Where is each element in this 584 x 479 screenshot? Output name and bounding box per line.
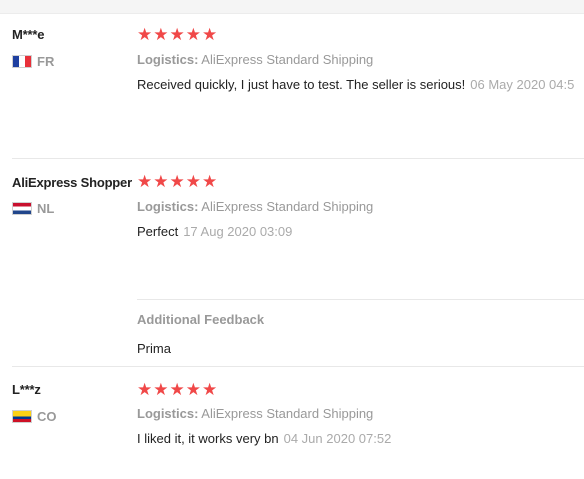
review-date: 17 Aug 2020 03:09 [183, 224, 293, 239]
reviewer-name: L***z [12, 382, 41, 397]
country-code: FR [37, 53, 55, 69]
review-item: AliExpress Shopper NL ★★★★★ Logistics: A… [0, 159, 584, 366]
logistics-label: Logistics: [137, 52, 199, 67]
logistics-value: AliExpress Standard Shipping [198, 52, 374, 67]
reviewer-country: CO [12, 408, 57, 424]
logistics-label: Logistics: [137, 406, 199, 421]
additional-feedback-text: Prima [137, 341, 171, 356]
country-code: CO [37, 408, 57, 424]
star-rating: ★★★★★ [137, 25, 219, 45]
review-text: Received quickly, I just have to test. T… [137, 77, 466, 92]
top-strip [0, 0, 584, 14]
logistics-value: AliExpress Standard Shipping [198, 406, 374, 421]
review-date: 06 May 2020 04:5 [470, 77, 575, 92]
logistics-info: Logistics: AliExpress Standard Shipping [137, 406, 373, 421]
reviewer-country: FR [12, 53, 55, 69]
france-flag-icon [12, 54, 32, 68]
review-content: I liked it, it works very bn 04 Jun 2020 … [137, 431, 391, 446]
review-item: L***z CO ★★★★★ Logistics: AliExpress Sta… [0, 367, 584, 479]
review-text: Perfect [137, 224, 179, 239]
netherlands-flag-icon [12, 201, 32, 215]
star-rating: ★★★★★ [137, 380, 219, 400]
additional-feedback-title: Additional Feedback [137, 312, 265, 327]
reviewer-name: AliExpress Shopper [12, 175, 132, 190]
colombia-flag-icon [12, 409, 32, 423]
review-content: Received quickly, I just have to test. T… [137, 77, 574, 92]
reviewer-country: NL [12, 200, 55, 216]
review-text: I liked it, it works very bn [137, 431, 279, 446]
logistics-label: Logistics: [137, 199, 199, 214]
review-date: 04 Jun 2020 07:52 [283, 431, 392, 446]
review-content: Perfect 17 Aug 2020 03:09 [137, 224, 292, 239]
logistics-value: AliExpress Standard Shipping [198, 199, 374, 214]
logistics-info: Logistics: AliExpress Standard Shipping [137, 199, 373, 214]
additional-feedback-divider [137, 299, 584, 300]
logistics-info: Logistics: AliExpress Standard Shipping [137, 52, 373, 67]
reviewer-name: M***e [12, 27, 45, 42]
review-item: M***e FR ★★★★★ Logistics: AliExpress Sta… [0, 13, 584, 158]
star-rating: ★★★★★ [137, 172, 219, 192]
country-code: NL [37, 200, 55, 216]
